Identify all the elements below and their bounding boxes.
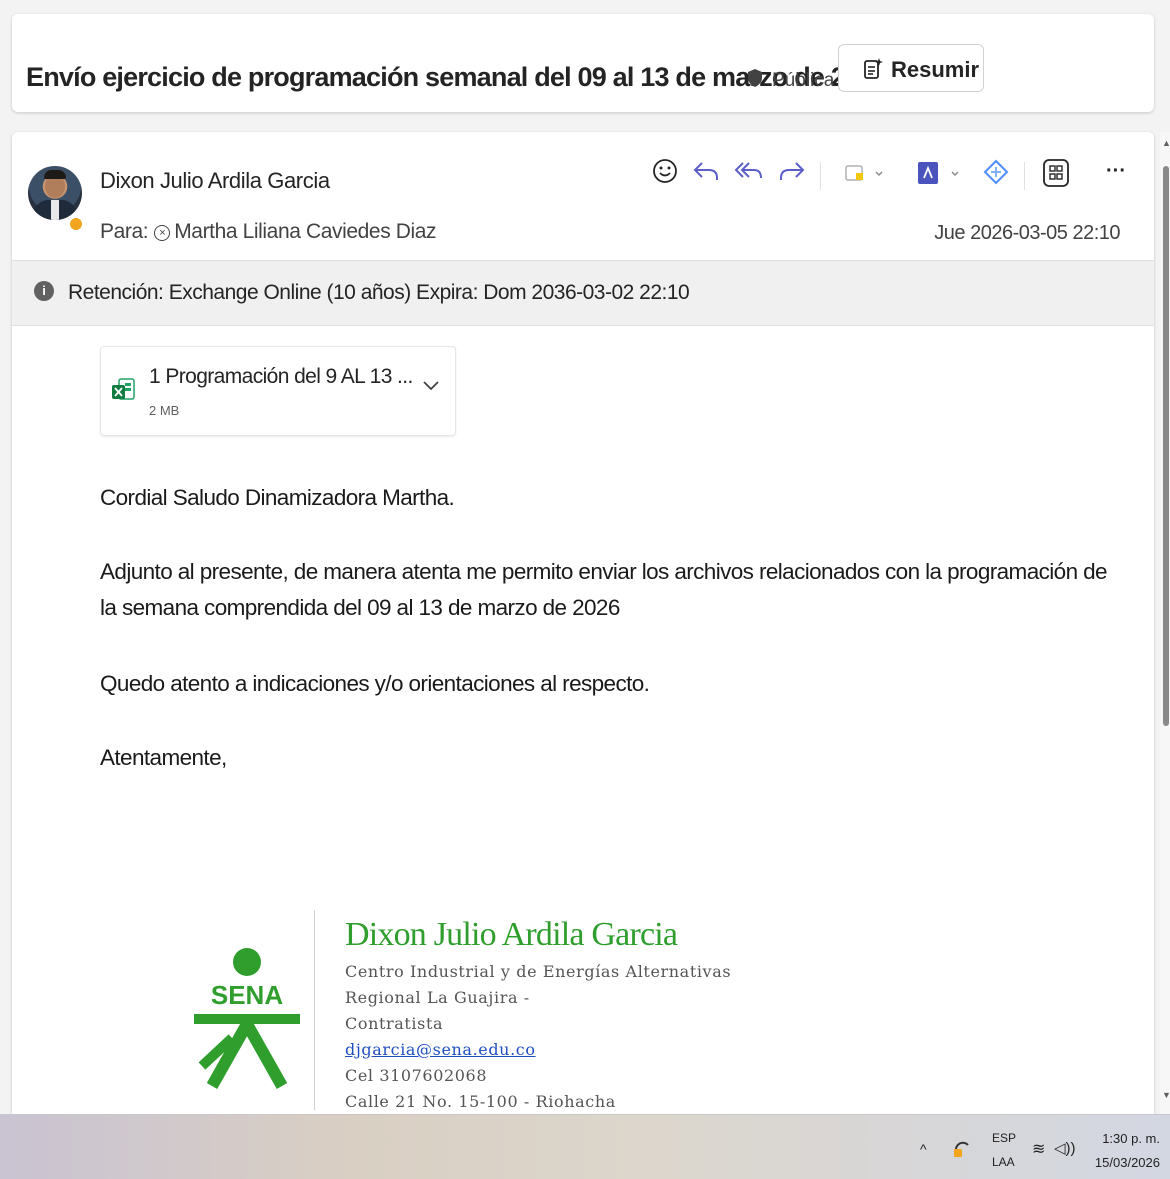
excel-file-icon [112, 378, 135, 400]
recipient-name[interactable]: Martha Liliana Caviedes Diaz [174, 220, 436, 243]
chevron-down-icon[interactable] [421, 379, 441, 393]
presence-status-icon [68, 216, 84, 232]
signature-phone: Cel 3107602068 [345, 1066, 488, 1085]
signature-line: Regional La Guajira - [345, 988, 530, 1007]
signature-line: Contratista [345, 1014, 444, 1033]
volume-icon[interactable]: ◁)) [1054, 1139, 1076, 1157]
link-icon[interactable] [982, 158, 1010, 186]
attachment-size: 2 MB [149, 403, 180, 418]
message-toolbar: ··· [12, 158, 1154, 194]
body-closing: Atentamente, [100, 745, 227, 770]
email-signature: SENA Dixon Julio Ardila Garcia Centro In… [192, 906, 792, 1116]
emoji-icon[interactable] [652, 158, 678, 184]
summarize-button[interactable]: Resumir [838, 44, 984, 92]
clock-time[interactable]: 1:30 p. m. [1102, 1131, 1160, 1146]
retention-banner: i Retención: Exchange Online (10 años) E… [12, 260, 1154, 326]
info-icon: i [34, 281, 54, 301]
message-pane: Dixon Julio Ardila Garcia Para: × Martha L… [12, 132, 1154, 1122]
reply-all-icon[interactable] [734, 158, 764, 184]
apps-icon[interactable] [844, 162, 886, 186]
scrollbar-thumb[interactable] [1163, 166, 1169, 726]
scroll-down-arrow[interactable]: ▼ [1162, 1090, 1170, 1100]
more-icon[interactable]: ··· [1106, 160, 1126, 183]
sensitivity-label[interactable]: Pública [772, 70, 834, 92]
grid-icon[interactable] [1042, 158, 1070, 188]
forward-icon[interactable] [778, 158, 806, 184]
attachment-name: 1 Programación del 9 AL 13 ... [149, 365, 413, 388]
summarize-label: Resumir [891, 57, 980, 82]
scrollbar[interactable]: ▲ ▼ [1160, 132, 1170, 1122]
body-paragraph: Adjunto al presente, de manera atenta me… [100, 559, 1108, 620]
language-indicator[interactable]: ESP [992, 1131, 1016, 1145]
signature-line: Centro Industrial y de Energías Alternat… [345, 962, 732, 981]
pdf-icon[interactable] [916, 160, 962, 188]
signature-name: Dixon Julio Ardila Garcia [345, 916, 678, 953]
clock-date[interactable]: 15/03/2026 [1095, 1155, 1160, 1170]
recipients-row: Para: × Martha Liliana Caviedes Diaz [100, 220, 437, 244]
shield-icon [748, 69, 762, 87]
keyboard-layout-indicator[interactable]: LAA [992, 1155, 1015, 1169]
signature-email-link[interactable]: djgarcia@sena.edu.co [345, 1040, 536, 1059]
sync-icon[interactable] [950, 1135, 974, 1159]
scroll-up-arrow[interactable]: ▲ [1162, 138, 1170, 148]
svg-text:SENA: SENA [211, 980, 283, 1010]
wifi-icon[interactable]: ≋ [1032, 1139, 1045, 1159]
taskbar: ^ ESP LAA ≋ ◁)) 1:30 p. m. 15/03/2026 [0, 1114, 1170, 1179]
to-label: Para: [100, 220, 149, 243]
signature-divider [314, 910, 315, 1110]
summarize-icon [864, 58, 883, 79]
attachment-card[interactable]: 1 Programación del 9 AL 13 ... 2 MB [100, 346, 456, 436]
body-greeting: Cordial Saludo Dinamizadora Martha. [100, 485, 455, 510]
body-paragraph: Quedo atento a indicaciones y/o orientac… [100, 671, 650, 696]
retention-text: Retención: Exchange Online (10 años) Exp… [68, 281, 690, 304]
reply-icon[interactable] [692, 158, 720, 184]
subject-header: Envío ejercicio de programación semanal … [12, 14, 1154, 112]
message-date: Jue 2026-03-05 22:10 [934, 222, 1120, 244]
sena-logo: SENA [194, 948, 300, 1089]
blocked-icon: × [154, 225, 171, 241]
show-hidden-icons-icon[interactable]: ^ [920, 1141, 927, 1157]
signature-address: Calle 21 No. 15-100 - Riohacha [345, 1092, 616, 1111]
email-subject: Envío ejercicio de programación semanal … [26, 62, 895, 92]
